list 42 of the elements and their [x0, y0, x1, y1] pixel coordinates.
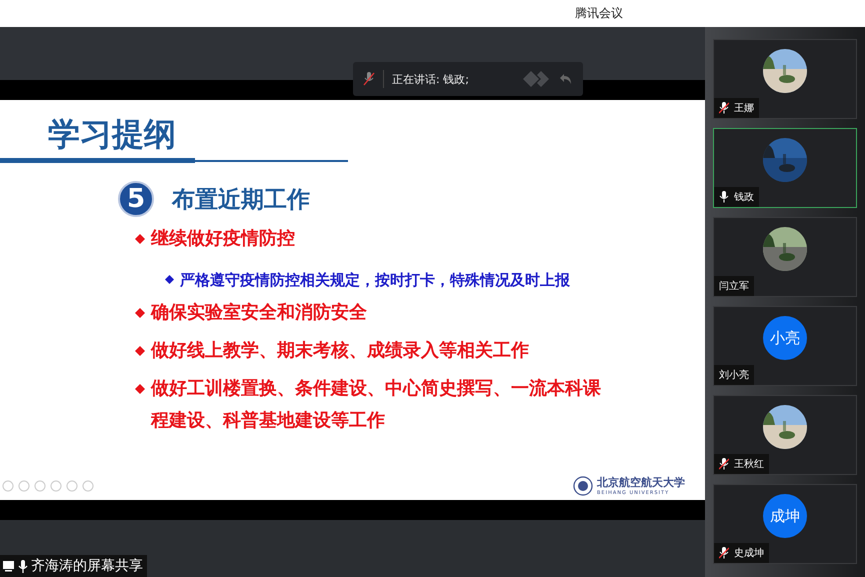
- participant-name: 刘小亮: [719, 368, 749, 382]
- participant-tile[interactable]: 成坤 史成坤: [713, 484, 857, 564]
- section-title: 布置近期工作: [172, 186, 310, 214]
- diamond-icon: [135, 384, 145, 394]
- slide-control-icon[interactable]: [82, 480, 94, 492]
- participant-tile[interactable]: 小亮 刘小亮: [713, 306, 857, 386]
- participant-name: 闫立军: [719, 280, 749, 293]
- bullet-text: 继续做好疫情防控: [151, 227, 296, 251]
- initials-avatar: 成坤: [763, 494, 807, 538]
- participant-name: 史成坤: [734, 546, 764, 560]
- diamond-icon: [135, 308, 145, 318]
- participant-tile[interactable]: 王秋红: [713, 395, 857, 475]
- diamond-icon: [135, 234, 145, 244]
- participant-tile[interactable]: 钱政: [713, 128, 857, 208]
- speaker-text: 正在讲话: 钱政;: [392, 72, 470, 86]
- participant-tile[interactable]: 闫立军: [713, 217, 857, 297]
- slide-control-icon[interactable]: [18, 480, 30, 492]
- layout-icon[interactable]: [523, 71, 551, 87]
- share-text: 齐海涛的屏幕共享: [31, 557, 143, 575]
- participant-name: 王娜: [734, 102, 754, 115]
- section-number: 5: [118, 181, 154, 217]
- microphone-icon: [18, 560, 28, 572]
- slide-control-icon[interactable]: [34, 480, 46, 492]
- undo-icon[interactable]: [559, 73, 573, 85]
- window-title: 腾讯会议: [575, 5, 623, 22]
- initials-avatar: 小亮: [763, 316, 807, 360]
- slide-control-icon[interactable]: [2, 480, 14, 492]
- emblem-icon: [573, 476, 593, 496]
- participant-name: 钱政: [734, 191, 754, 204]
- slide-control-icon[interactable]: [50, 480, 62, 492]
- bullet-text: 做好工训楼置换、条件建设、中心简史撰写、一流本科课程建设、科普基地建设等工作: [151, 377, 602, 433]
- diamond-icon: [165, 275, 174, 284]
- bullet-text: 做好线上教学、期末考核、成绩录入等相关工作: [151, 339, 530, 363]
- bullet-text: 确保实验室安全和消防安全: [151, 301, 368, 325]
- bullet-text: 严格遵守疫情防控相关规定，按时打卡，特殊情况及时上报: [180, 270, 570, 291]
- diamond-icon: [135, 346, 145, 356]
- participant-tile[interactable]: 王娜: [713, 39, 857, 119]
- logo-text: 北京航空航天大学: [597, 475, 685, 490]
- participant-name: 王秋红: [734, 458, 764, 471]
- slide-title: 学习提纲: [48, 114, 177, 154]
- screen-icon: [2, 560, 15, 572]
- slide-control-icon[interactable]: [66, 480, 78, 492]
